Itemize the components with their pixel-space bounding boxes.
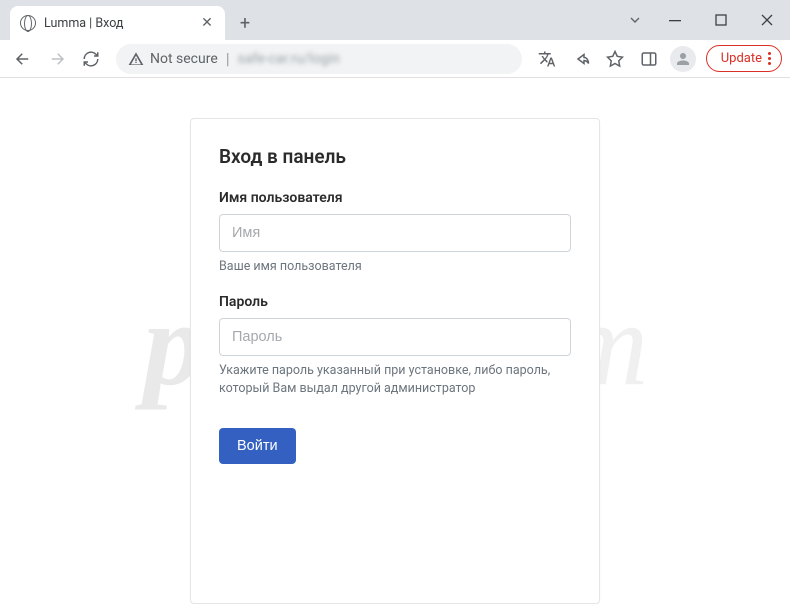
browser-toolbar: Not secure | safe-car.ru/login Update [0,40,790,78]
browser-titlebar: Lumma | Вход ✕ + [0,0,790,40]
close-tab-button[interactable]: ✕ [199,15,215,31]
password-label: Пароль [219,294,571,310]
password-input[interactable] [219,318,571,356]
window-maximize-button[interactable] [698,0,744,40]
globe-icon [20,15,36,31]
username-hint: Ваше имя пользователя [219,258,571,276]
password-hint: Укажите пароль указанный при установке, … [219,362,571,398]
tab-title: Lumma | Вход [44,16,191,31]
new-tab-button[interactable]: + [231,9,259,37]
login-card: Вход в панель Имя пользователя Ваше имя … [190,118,600,604]
browser-tab[interactable]: Lumma | Вход ✕ [10,6,225,40]
share-icon[interactable] [566,44,596,74]
profile-avatar[interactable] [668,44,698,74]
username-group: Имя пользователя Ваше имя пользователя [219,190,571,276]
username-input[interactable] [219,214,571,252]
username-label: Имя пользователя [219,190,571,206]
forward-button[interactable] [42,44,72,74]
address-url: safe-car.ru/login [238,51,340,67]
window-minimize-button[interactable] [652,0,698,40]
update-button[interactable]: Update [706,45,782,72]
page-content: pcrisk.com Вход в панель Имя пользовател… [0,78,790,604]
security-warning: Not secure [128,51,218,67]
menu-dots-icon [768,52,771,65]
address-bar[interactable]: Not secure | safe-car.ru/login [116,44,522,74]
update-label: Update [721,51,762,66]
side-panel-icon[interactable] [634,44,664,74]
bookmark-star-icon[interactable] [600,44,630,74]
reload-button[interactable] [76,44,106,74]
window-close-button[interactable] [744,0,790,40]
login-title: Вход в панель [219,145,571,168]
security-warning-text: Not secure [150,51,218,67]
address-separator: | [226,49,230,68]
translate-icon[interactable] [532,44,562,74]
warning-triangle-icon [128,51,144,67]
submit-button[interactable]: Войти [219,428,296,464]
back-button[interactable] [8,44,38,74]
password-group: Пароль Укажите пароль указанный при уста… [219,294,571,398]
tab-overflow-button[interactable] [618,0,652,40]
